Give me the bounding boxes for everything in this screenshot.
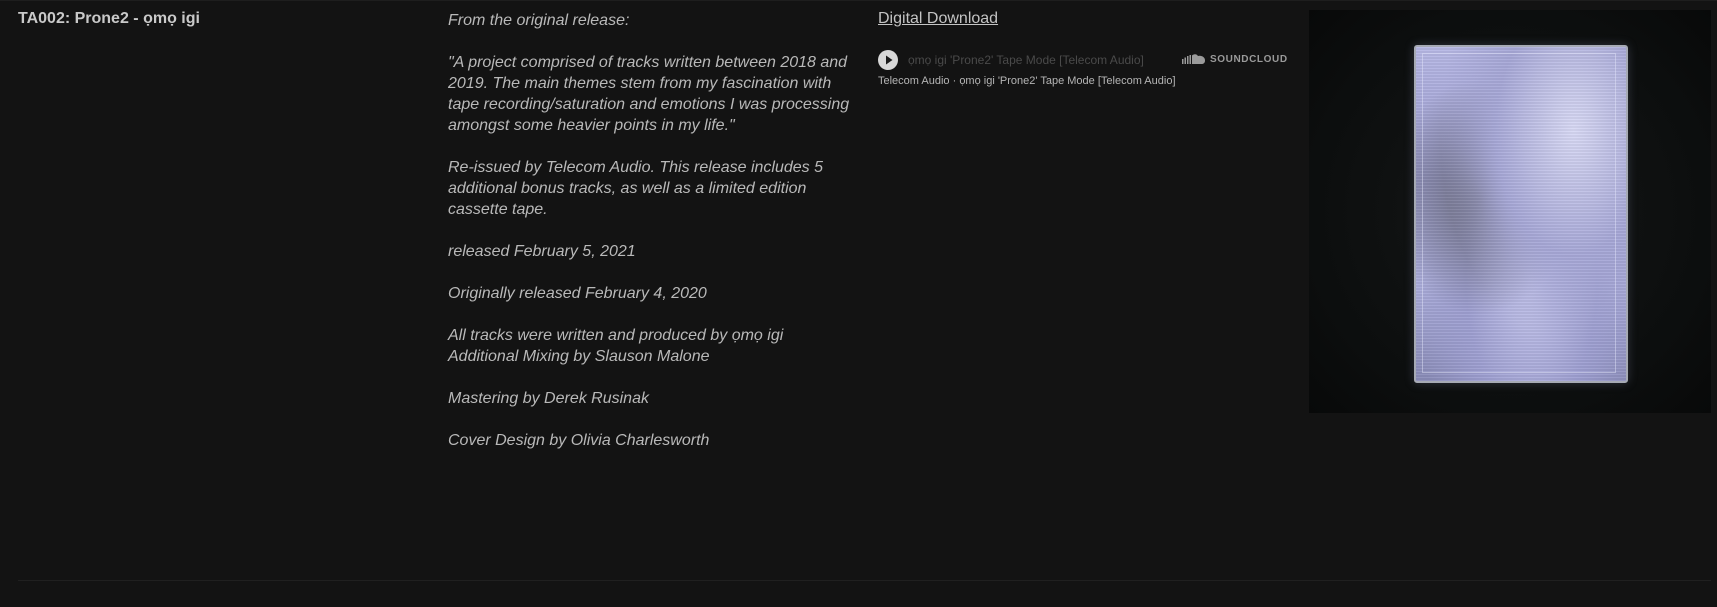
player-caption[interactable]: Telecom Audio · ọmọ igi 'Prone2' Tape Mo… [878,75,1176,87]
cover-art [1309,10,1711,413]
soundcloud-logo-text: SOUNDCLOUD [1210,53,1288,65]
notes-credits: All tracks were written and produced by … [448,327,784,365]
soundcloud-icon [1182,54,1206,64]
play-button[interactable] [878,50,898,70]
player-track-title[interactable]: ọmọ igi 'Prone2' Tape Mode [Telecom Audi… [908,53,1144,67]
soundcloud-logo-link[interactable]: SOUNDCLOUD [1182,53,1288,65]
notes-cover-design: Cover Design by Olivia Charlesworth [448,432,710,449]
footer-divider [18,580,1711,581]
release-title: TA002: Prone2 - ọmọ igi [18,10,200,27]
play-icon [886,55,893,65]
notes-mastering: Mastering by Derek Rusinak [448,390,649,407]
soundcloud-player: ọmọ igi 'Prone2' Tape Mode [Telecom Audi… [878,50,1287,94]
release-notes: From the original release: "A project co… [448,10,853,472]
notes-heading: From the original release: [448,12,630,29]
cassette-image [1414,45,1628,383]
notes-reissue: Re-issued by Telecom Audio. This release… [448,159,824,218]
notes-original-date: Originally released February 4, 2020 [448,285,707,302]
cassette-case-edge [1422,53,1616,373]
notes-quote: "A project comprised of tracks written b… [448,54,850,134]
digital-download-link[interactable]: Digital Download [878,10,998,28]
top-border [0,0,1717,1]
notes-release-date: released February 5, 2021 [448,243,636,260]
